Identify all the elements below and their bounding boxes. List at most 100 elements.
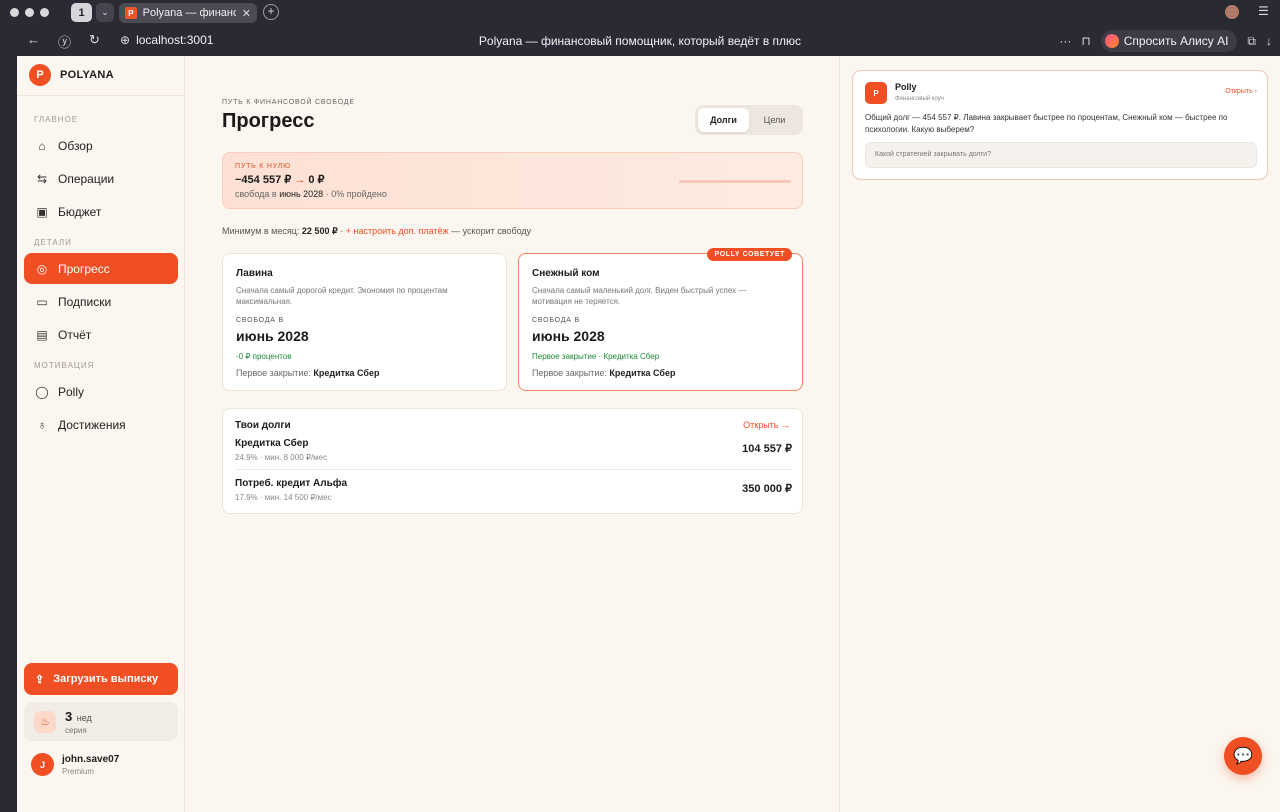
- browser-profile-avatar[interactable]: [1225, 5, 1239, 19]
- debt-meta: 24.9% · мин. 8 000 ₽/мес: [235, 453, 328, 462]
- tab-debts[interactable]: Долги: [698, 108, 749, 132]
- debts-goals-toggle: Долги Цели: [695, 105, 803, 135]
- tab-title: Polyana — финансовый помощник: [142, 7, 236, 19]
- recommended-badge: POLLY СОВЕТУЕТ: [707, 248, 792, 261]
- browser-menu-icon[interactable]: ☰: [1258, 4, 1269, 18]
- separator: ·: [325, 189, 329, 199]
- sidebar-item-subscriptions[interactable]: ▭ Подписки: [24, 286, 178, 317]
- medal-icon: ♁: [37, 417, 47, 432]
- first-closure: Первое закрытие: Кредитка Сбер: [236, 368, 380, 378]
- logo-mark: P: [29, 64, 51, 86]
- browser-tab[interactable]: P Polyana — финансовый помощник ✕: [119, 3, 257, 23]
- ask-alice-button[interactable]: Спросить Алису AI: [1100, 30, 1238, 52]
- freedom-prefix: свобода в: [235, 189, 277, 199]
- tab-list-chevron-icon[interactable]: ⌄: [96, 3, 114, 22]
- progress-text: 0% пройдено: [331, 189, 387, 199]
- url-field[interactable]: ⊕ localhost:3001: [120, 33, 213, 47]
- sidebar-item-label: Обзор: [58, 138, 93, 153]
- freedom-date: июнь 2028: [279, 189, 324, 199]
- close-tab-icon[interactable]: ✕: [242, 7, 251, 20]
- first-closure-value: Кредитка Сбер: [609, 368, 676, 378]
- tab-goals[interactable]: Цели: [749, 108, 800, 132]
- upload-statement-button[interactable]: ⇪ Загрузить выписку: [24, 663, 178, 695]
- back-icon[interactable]: ←: [27, 32, 40, 47]
- minimum-suffix: — ускорит свободу: [451, 226, 532, 236]
- divider: [17, 95, 185, 96]
- chat-bubble-icon[interactable]: 💬: [1224, 737, 1262, 775]
- logo[interactable]: P POLYANA: [29, 64, 114, 86]
- strategy-description: Сначала самый дорогой кредит. Экономия п…: [236, 286, 448, 306]
- page-title: Прогресс: [222, 110, 315, 132]
- streak-label: серия: [65, 726, 87, 735]
- debt-name: Потреб. кредит Альфа: [235, 478, 348, 489]
- username: john.save07: [62, 753, 120, 765]
- tab-favicon: P: [125, 7, 137, 19]
- fire-icon: ♨: [34, 710, 56, 733]
- swap-icon: ⇆: [36, 171, 48, 186]
- target-icon: ◎: [36, 261, 48, 276]
- open-coach-link[interactable]: Открыть ›: [1225, 88, 1257, 95]
- sidebar-item-achievements[interactable]: ♁ Достижения: [24, 409, 178, 440]
- streak-unit: нед: [76, 713, 92, 723]
- wallet-icon: ▣: [36, 204, 48, 219]
- debt-row[interactable]: Потреб. кредит Альфа 17.9% · мин. 14 500…: [235, 478, 792, 516]
- sidebar-item-label: Подписки: [58, 294, 112, 309]
- upload-label: Загрузить выписку: [53, 673, 159, 685]
- card-icon: ▭: [36, 294, 48, 309]
- freedom-label: СВОБОДА В: [532, 317, 580, 324]
- coach-panel: P Polly Финансовый коуч Открыть › Общий …: [839, 56, 1280, 812]
- divider: [235, 469, 792, 470]
- extensions-icon[interactable]: ⧉: [1247, 34, 1256, 49]
- arrow-right-icon: →: [294, 174, 306, 186]
- strategy-gain: -0 ₽ процентов: [236, 352, 292, 361]
- sidebar-item-overview[interactable]: ⌂ Обзор: [24, 130, 178, 161]
- strategy-card-snowball[interactable]: POLLY СОВЕТУЕТ Снежный ком Сначала самый…: [518, 248, 803, 391]
- document-icon: ▤: [36, 327, 48, 342]
- path-to-zero-card: ПУТЬ К НУЛЮ −454 557 ₽ → 0 ₽ свобода в и…: [222, 152, 803, 209]
- sidebar-item-label: Операции: [58, 171, 115, 186]
- sidebar-item-label: Достижения: [58, 417, 126, 432]
- logo-text: POLYANA: [60, 69, 114, 81]
- strategy-title: Лавина: [236, 268, 273, 279]
- window-controls[interactable]: [10, 8, 49, 17]
- sidebar-item-polly[interactable]: ◯ Polly: [24, 376, 178, 407]
- new-tab-button[interactable]: +: [263, 4, 279, 20]
- minimum-payment-line: Минимум в месяц: 22 500 ₽ · + настроить …: [222, 226, 531, 237]
- downloads-icon[interactable]: ↓: [1266, 34, 1272, 48]
- sidebar-item-budget[interactable]: ▣ Бюджет: [24, 196, 178, 227]
- main-content: ПУТЬ К ФИНАНСОВОЙ СВОБОДЕ Прогресс Долги…: [222, 56, 803, 812]
- sidebar-item-report[interactable]: ▤ Отчёт: [24, 319, 178, 350]
- freedom-line: свобода в июнь 2028 · 0% пройдено: [235, 189, 387, 199]
- reload-icon[interactable]: ↻: [89, 32, 100, 48]
- sidebar-item-label: Отчёт: [58, 327, 92, 342]
- sidebar-item-operations[interactable]: ⇆ Операции: [24, 163, 178, 194]
- section-label-details: ДЕТАЛИ: [34, 238, 72, 247]
- sidebar-item-label: Polly: [58, 384, 85, 399]
- avatar: J: [31, 753, 54, 776]
- bookmark-icon[interactable]: ⊓: [1081, 34, 1090, 48]
- yandex-icon[interactable]: ⓨ: [58, 32, 71, 51]
- setup-extra-payment-link[interactable]: + настроить доп. платёж: [346, 226, 449, 236]
- polly-coach-card: P Polly Финансовый коуч Открыть › Общий …: [852, 70, 1268, 180]
- open-debts-link[interactable]: Открыть →: [743, 420, 790, 430]
- first-closure: Первое закрытие: Кредитка Сбер: [532, 368, 676, 378]
- debt-amount: 104 557 ₽: [742, 443, 792, 455]
- tab-counter[interactable]: 1: [71, 3, 92, 22]
- debt-row[interactable]: Кредитка Сбер 24.9% · мин. 8 000 ₽/мес 1…: [235, 438, 792, 476]
- suggested-question-button[interactable]: Какой стратегией закрывать долги?: [865, 142, 1257, 168]
- debts-card: Твои долги Открыть → Кредитка Сбер 24.9%…: [222, 408, 803, 514]
- sidebar-item-label: Прогресс: [58, 261, 110, 276]
- debt-from: −454 557 ₽: [235, 174, 292, 186]
- sidebar-item-progress[interactable]: ◎ Прогресс: [24, 253, 178, 284]
- first-closure-label: Первое закрытие:: [236, 368, 311, 378]
- user-profile[interactable]: J john.save07 Premium: [31, 753, 119, 776]
- path-label: ПУТЬ К НУЛЮ: [235, 163, 292, 170]
- freedom-date: июнь 2028: [236, 328, 309, 344]
- more-icon[interactable]: ···: [1059, 34, 1071, 48]
- coach-role: Финансовый коуч: [895, 96, 944, 102]
- browser-tab-strip: 1 ⌄ P Polyana — финансовый помощник ✕ + …: [0, 0, 1280, 25]
- polly-avatar: P: [865, 82, 887, 104]
- strategy-card-avalanche[interactable]: Лавина Сначала самый дорогой кредит. Эко…: [222, 253, 507, 391]
- strategy-title: Снежный ком: [532, 268, 600, 279]
- section-label-motivation: МОТИВАЦИЯ: [34, 361, 95, 370]
